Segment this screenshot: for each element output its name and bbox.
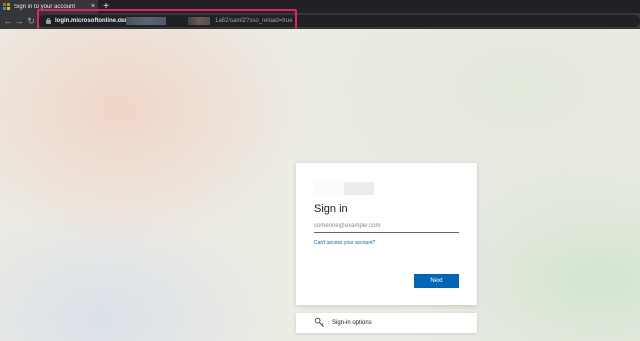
organization-logo	[314, 182, 374, 195]
signin-options-label: Sign-in options	[332, 320, 372, 326]
signin-card: Sign in Can't access your account? Next	[296, 163, 477, 305]
email-field[interactable]	[314, 220, 459, 233]
page-title: Sign in	[314, 203, 348, 215]
back-icon[interactable]: ←	[3, 14, 13, 28]
reload-icon[interactable]: ↻	[26, 14, 36, 28]
key-icon	[314, 317, 324, 327]
forward-icon[interactable]: →	[14, 14, 24, 28]
page-background: Sign in Can't access your account? Next …	[0, 29, 640, 341]
cant-access-account-link[interactable]: Can't access your account?	[314, 240, 375, 246]
signin-options-button[interactable]: Sign-in options	[296, 313, 477, 333]
microsoft-logo-icon	[3, 3, 10, 10]
next-button[interactable]: Next	[414, 274, 459, 288]
